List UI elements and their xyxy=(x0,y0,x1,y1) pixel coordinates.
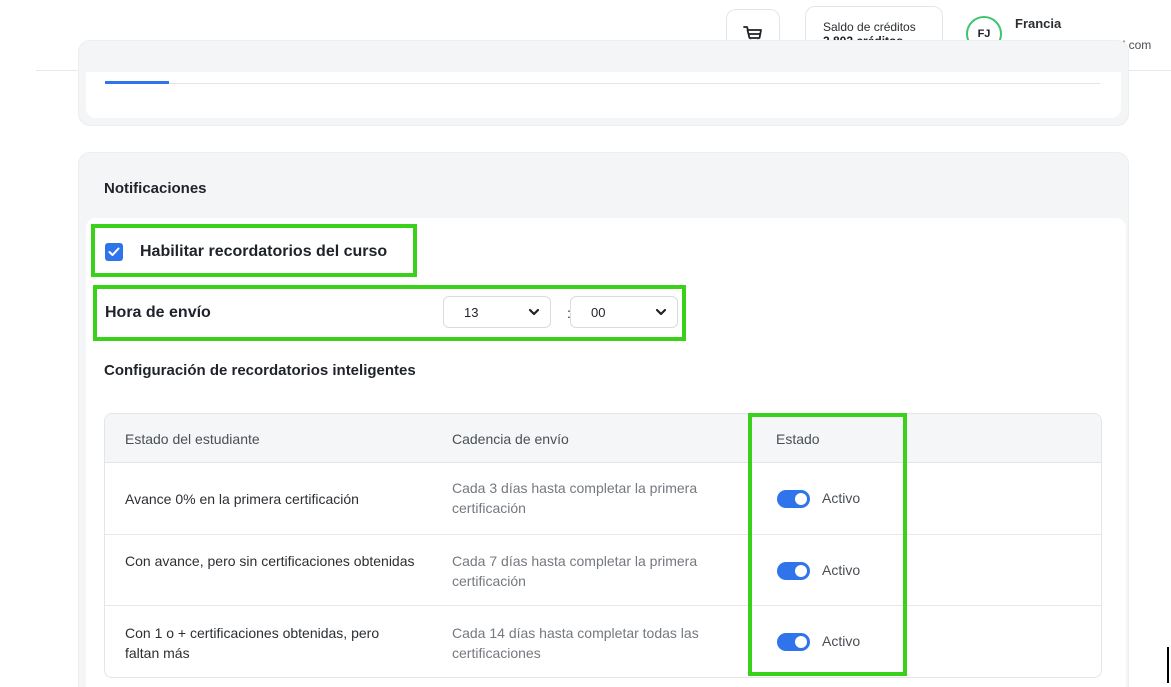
previous-section-card-body xyxy=(86,72,1121,118)
table-header: Estado del estudiante Cadencia de envío … xyxy=(105,414,1101,463)
table-row: Con 1 o + certificaciones obtenidas, per… xyxy=(105,606,1101,677)
toggle-knob xyxy=(795,493,807,505)
user-name: Francia xyxy=(1015,16,1062,31)
enable-reminders-label: Habilitar recordatorios del curso xyxy=(140,243,388,260)
enable-reminders-row[interactable]: Habilitar recordatorios del curso xyxy=(105,243,387,261)
table-row: Avance 0% en la primera certificación Ca… xyxy=(105,464,1101,535)
minute-select[interactable]: 00 xyxy=(570,296,678,328)
status-label: Activo xyxy=(822,633,861,649)
chevron-down-icon xyxy=(655,308,667,316)
column-header-status: Estado xyxy=(776,431,820,447)
hour-value: 13 xyxy=(464,304,479,320)
column-header-student-state: Estado del estudiante xyxy=(125,431,260,447)
checkmark-icon xyxy=(108,247,120,256)
cadence-cell: Cada 7 días hasta completar la primera c… xyxy=(452,553,698,589)
active-tab-indicator xyxy=(105,81,169,84)
chevron-down-icon xyxy=(528,308,540,316)
cadence-cell: Cada 3 días hasta completar la primera c… xyxy=(452,480,698,516)
text-cursor xyxy=(1167,647,1169,683)
tabs-divider xyxy=(105,83,1100,84)
status-toggle[interactable] xyxy=(777,490,810,508)
toggle-knob xyxy=(795,565,807,577)
cadence-cell: Cada 14 días hasta completar todas las c… xyxy=(452,625,699,661)
status-label: Activo xyxy=(822,562,861,578)
smart-reminders-table: Estado del estudiante Cadencia de envío … xyxy=(104,413,1102,678)
send-time-label: Hora de envío xyxy=(105,304,211,321)
status-label: Activo xyxy=(822,490,861,506)
student-state-cell: Con avance, pero sin certificaciones obt… xyxy=(125,553,415,569)
toggle-knob xyxy=(795,636,807,648)
notifications-title: Notificaciones xyxy=(104,180,207,197)
table-row: Con avance, pero sin certificaciones obt… xyxy=(105,535,1101,606)
student-state-cell: Con 1 o + certificaciones obtenidas, per… xyxy=(125,625,380,661)
column-header-cadence: Cadencia de envío xyxy=(452,431,569,447)
status-toggle[interactable] xyxy=(777,633,810,651)
hour-select[interactable]: 13 xyxy=(443,296,551,328)
student-state-cell: Avance 0% en la primera certificación xyxy=(125,491,359,507)
status-toggle[interactable] xyxy=(777,562,810,580)
credits-label: Saldo de créditos xyxy=(823,20,916,34)
minute-value: 00 xyxy=(591,304,606,320)
enable-reminders-checkbox[interactable] xyxy=(105,243,123,261)
smart-reminders-title: Configuración de recordatorios inteligen… xyxy=(104,362,416,379)
